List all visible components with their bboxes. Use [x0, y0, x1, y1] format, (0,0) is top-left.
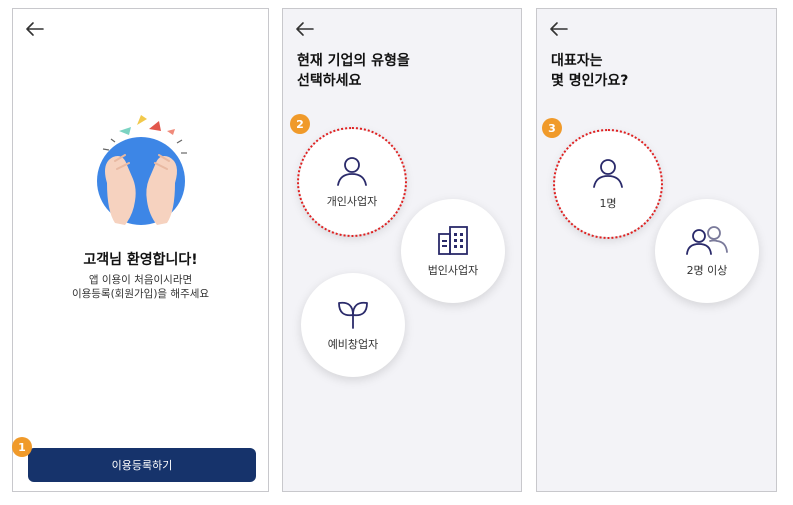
option-two-or-more[interactable]: 2명 이상: [655, 199, 759, 303]
welcome-subtitle-line2: 이용등록(회원가입)을 해주세요: [71, 288, 210, 300]
option-label: 개인사업자: [326, 195, 378, 208]
option-label: 1명: [599, 197, 617, 210]
sprout-icon: [338, 301, 368, 329]
option-label: 예비창업자: [327, 338, 379, 351]
page-title: 대표자는 몇 명인가요?: [551, 51, 628, 91]
company-type-screen: 현재 기업의 유형을 선택하세요 개인사업자 법인사업자 예비창업자: [282, 8, 522, 492]
option-one-person[interactable]: 1명: [555, 131, 661, 237]
welcome-screen: 고객님 환영합니다! 앱 이용이 처음이시라면 이용등록(회원가입)을 해주세요…: [12, 8, 269, 492]
page-title: 현재 기업의 유형을 선택하세요: [297, 51, 410, 91]
register-button[interactable]: 이용등록하기: [28, 448, 256, 482]
representative-count-screen: 대표자는 몇 명인가요? 1명 2명 이상: [536, 8, 777, 492]
page-title-line1: 현재 기업의 유형을: [297, 53, 410, 69]
page-title-line2: 선택하세요: [297, 73, 362, 89]
welcome-subtitle-line1: 앱 이용이 처음이시라면: [88, 274, 193, 286]
back-arrow-icon[interactable]: [25, 21, 45, 37]
welcome-title: 고객님 환영합니다!: [83, 252, 198, 268]
option-corporation[interactable]: 법인사업자: [401, 199, 505, 303]
people-icon: [686, 226, 728, 255]
step-badge-2: 2: [290, 114, 310, 134]
welcome-subtitle: 앱 이용이 처음이시라면 이용등록(회원가입)을 해주세요: [13, 273, 268, 301]
option-label: 법인사업자: [427, 264, 479, 277]
step-badge-1: 1: [12, 437, 32, 457]
back-arrow-icon[interactable]: [549, 21, 569, 37]
option-prospective-founder[interactable]: 예비창업자: [301, 273, 405, 377]
person-icon: [593, 159, 623, 188]
option-sole-proprietor[interactable]: 개인사업자: [299, 129, 405, 235]
building-icon: [438, 226, 468, 255]
back-arrow-icon[interactable]: [295, 21, 315, 37]
page-title-line1: 대표자는: [551, 53, 603, 69]
page-title-line2: 몇 명인가요?: [551, 73, 629, 89]
person-icon: [337, 157, 367, 186]
step-badge-3: 3: [542, 118, 562, 138]
option-label: 2명 이상: [686, 264, 728, 277]
clapping-hands-illustration: [85, 111, 195, 226]
